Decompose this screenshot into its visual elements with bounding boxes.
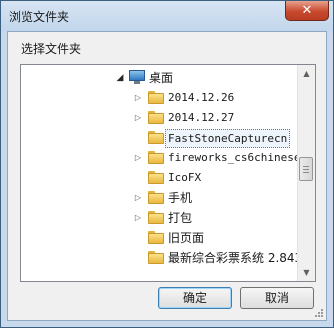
tree-item-desktop[interactable]: ◢ 桌面 xyxy=(21,68,299,88)
folder-icon xyxy=(148,251,164,264)
tree-item-label: 2014.12.27 xyxy=(168,111,235,124)
tree-item-folder[interactable]: ▷ 手机 xyxy=(21,188,299,208)
tree-item-label: 手机 xyxy=(168,191,193,205)
scrollbar-thumb[interactable] xyxy=(299,157,313,181)
tree-item-label: IcoFX xyxy=(168,171,202,184)
close-button[interactable]: ✕ xyxy=(285,1,329,21)
folder-icon xyxy=(148,151,164,164)
dialog-client-area: 选择文件夹 ◢ 桌面 ▷ 2014.12.26 ▷ 2014.12.27 Fas… xyxy=(7,31,327,321)
folder-icon xyxy=(148,171,164,184)
folder-icon xyxy=(148,191,164,204)
folder-icon xyxy=(148,231,164,244)
scroll-up-icon[interactable]: ▲ xyxy=(298,65,315,82)
tree-item-folder[interactable]: ▷ 打包 xyxy=(21,208,299,228)
tree-item-label: 桌面 xyxy=(149,71,174,85)
ok-button[interactable]: 确定 xyxy=(158,287,232,309)
expand-toggle-icon[interactable]: ▷ xyxy=(133,188,143,208)
tree-item-folder[interactable]: ▷ 2014.12.27 xyxy=(21,108,299,128)
tree-item-folder[interactable]: 旧页面 xyxy=(21,228,299,248)
scroll-down-icon[interactable]: ▼ xyxy=(298,264,315,281)
tree-item-label: 旧页面 xyxy=(168,231,205,245)
folder-icon xyxy=(148,211,164,224)
folder-tree[interactable]: ◢ 桌面 ▷ 2014.12.26 ▷ 2014.12.27 FastStone… xyxy=(20,64,316,282)
folder-icon xyxy=(148,111,164,124)
tree-item-folder[interactable]: ▷ 2014.12.26 xyxy=(21,88,299,108)
folder-icon xyxy=(148,131,164,144)
cancel-button[interactable]: 取消 xyxy=(240,287,314,309)
expand-toggle-icon[interactable]: ▷ xyxy=(133,148,143,168)
tree-item-folder[interactable]: IcoFX xyxy=(21,168,299,188)
collapse-toggle-icon[interactable]: ◢ xyxy=(115,68,125,88)
tree-item-label: FastStoneCapturecn xyxy=(165,129,291,148)
tree-item-label: 最新综合彩票系统 2.843 xyxy=(168,251,303,265)
expand-toggle-icon[interactable]: ▷ xyxy=(133,88,143,108)
tree-item-folder-selected[interactable]: FastStoneCapturecn xyxy=(21,128,299,148)
tree-item-folder[interactable]: 最新综合彩票系统 2.843 xyxy=(21,248,302,268)
expand-toggle-icon[interactable]: ▷ xyxy=(133,108,143,128)
title-bar[interactable]: 浏览文件夹 ✕ xyxy=(1,1,333,31)
dialog-description: 选择文件夹 xyxy=(21,42,82,56)
desktop-icon xyxy=(129,70,145,85)
expand-toggle-icon[interactable]: ▷ xyxy=(133,208,143,228)
tree-item-label: fireworks_cs6chinese32 xyxy=(168,151,314,164)
resize-grip-icon[interactable] xyxy=(314,308,324,318)
tree-item-label: 打包 xyxy=(168,211,193,225)
folder-icon xyxy=(148,91,164,104)
browse-folder-dialog: 浏览文件夹 ✕ 选择文件夹 ◢ 桌面 ▷ 2014.12.26 ▷ 2014.1… xyxy=(0,0,334,328)
tree-vertical-scrollbar[interactable]: ▲ ▼ xyxy=(297,65,315,281)
tree-item-label: 2014.12.26 xyxy=(168,91,235,104)
close-icon: ✕ xyxy=(301,3,313,18)
window-title: 浏览文件夹 xyxy=(9,10,70,24)
tree-item-folder[interactable]: ▷ fireworks_cs6chinese32 xyxy=(21,148,314,168)
